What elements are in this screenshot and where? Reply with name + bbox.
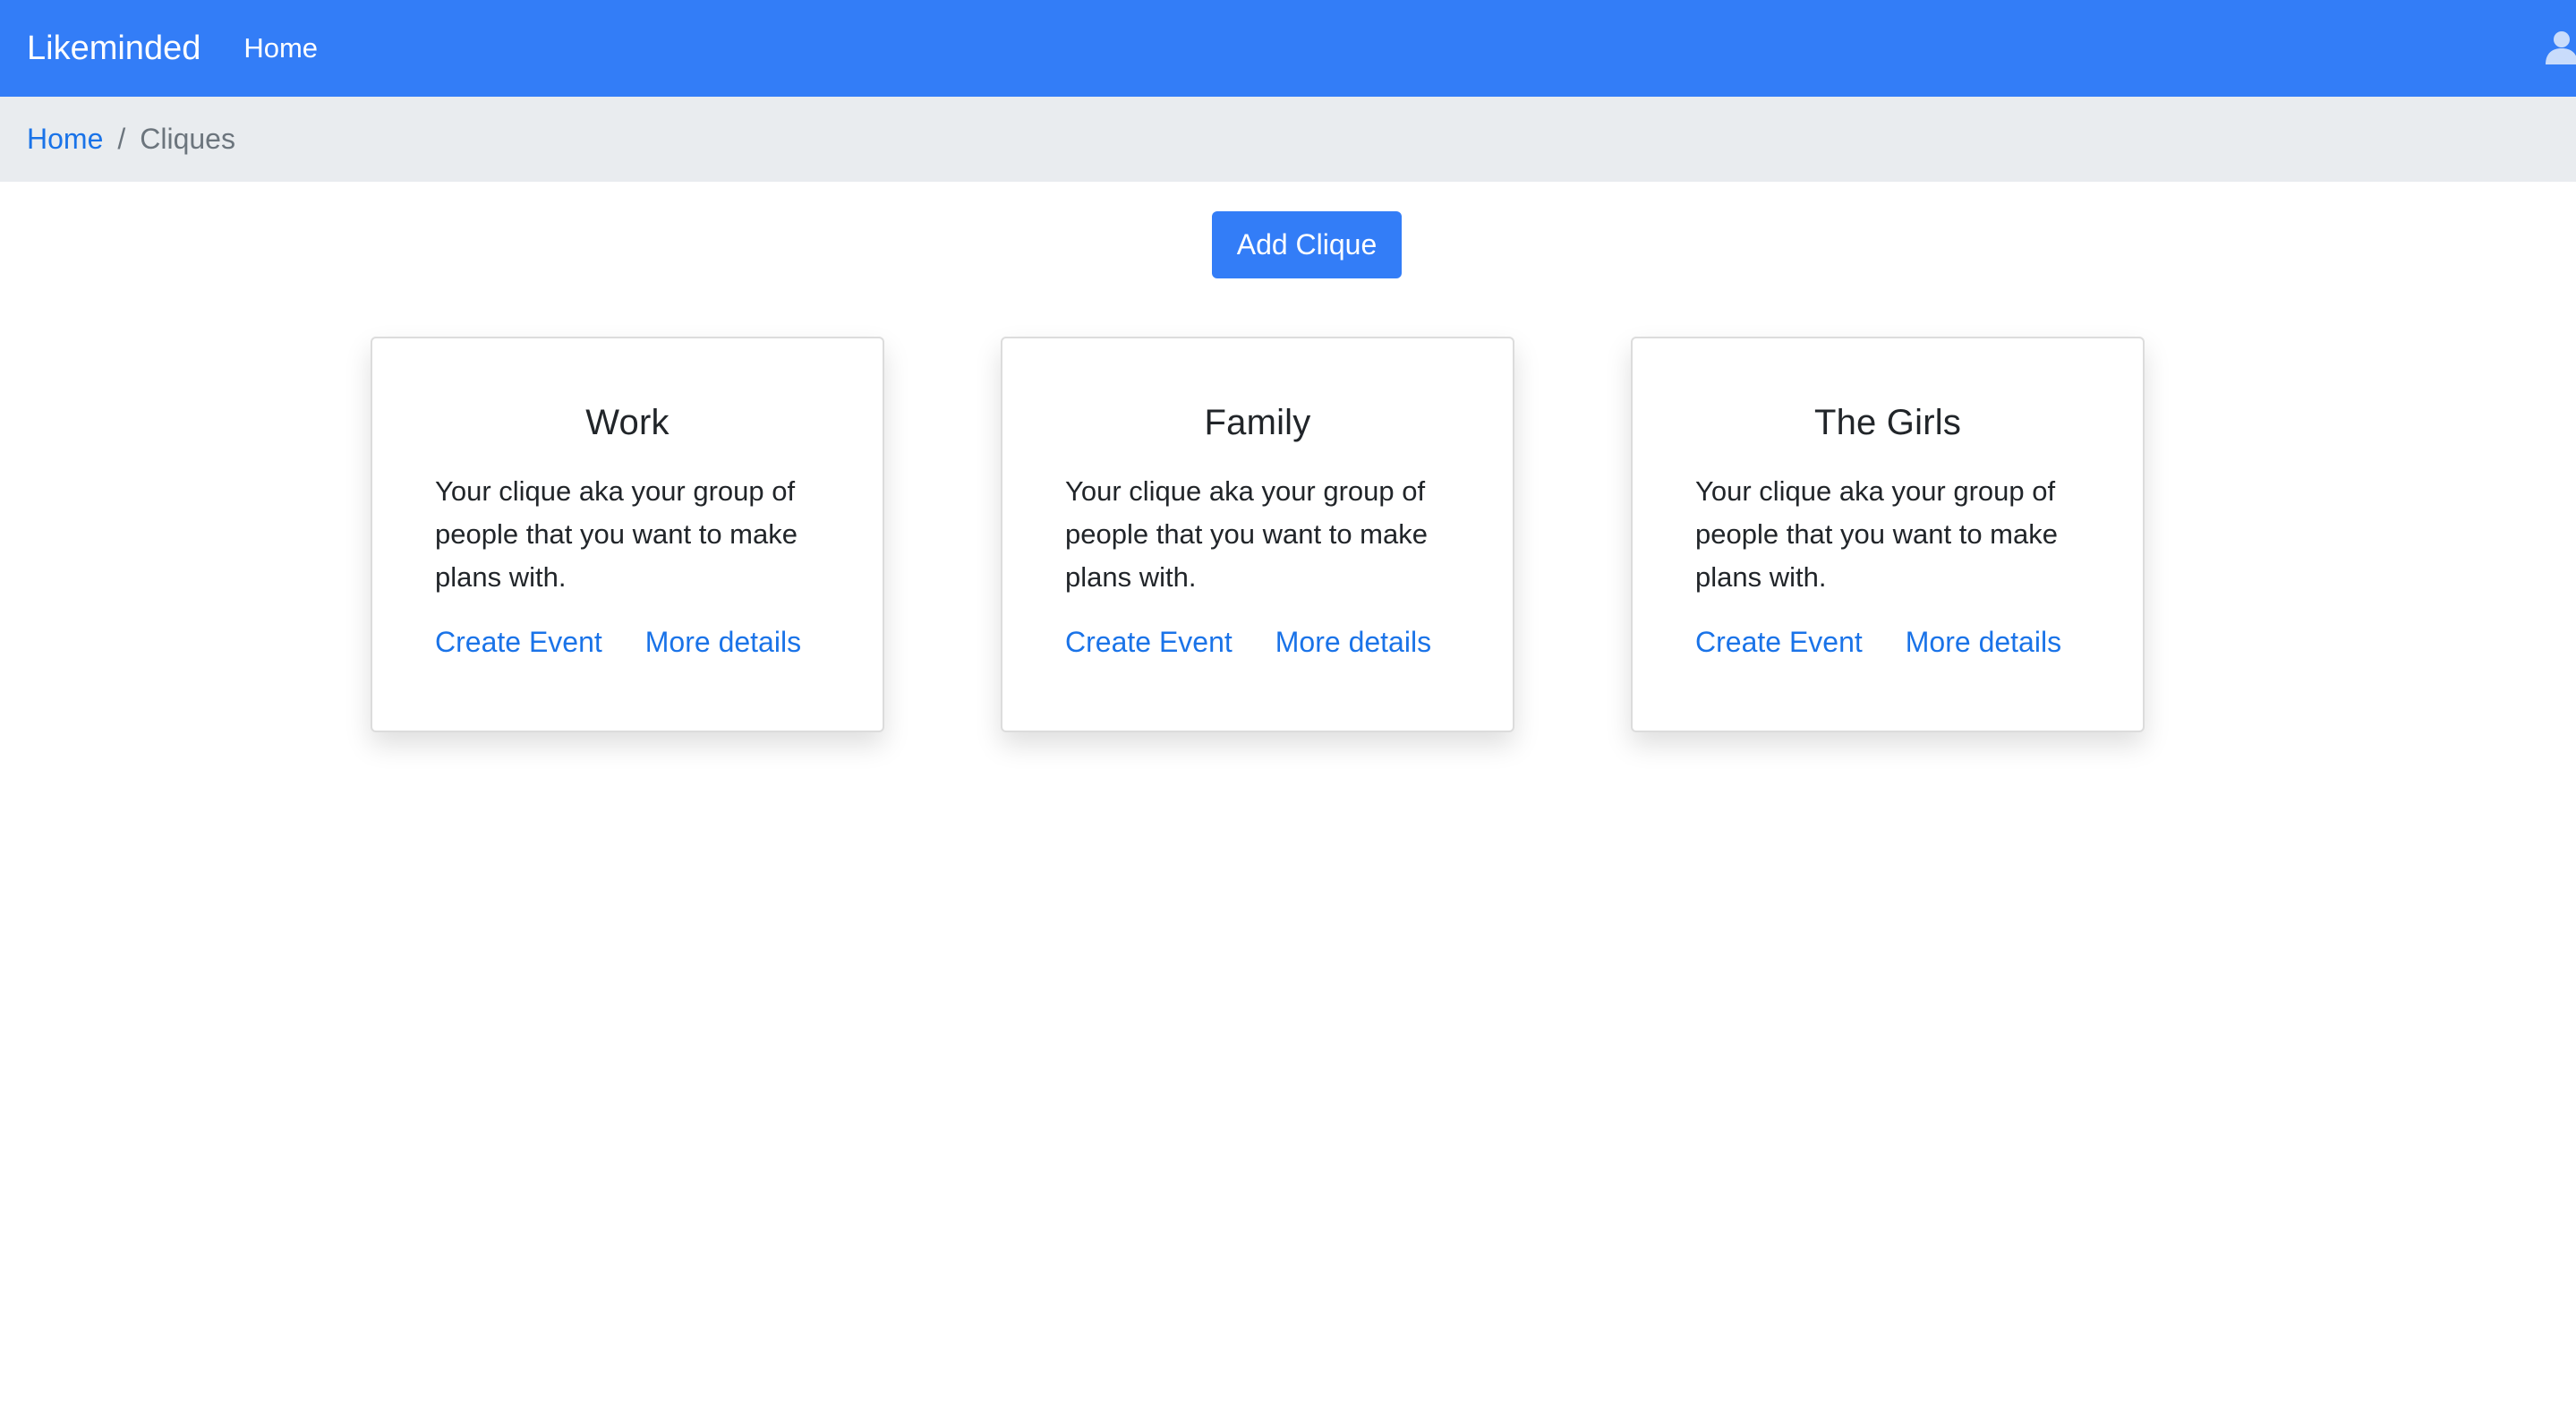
breadcrumb-current: Cliques — [140, 123, 235, 155]
card-links: Create Event More details — [1065, 626, 1450, 659]
user-icon[interactable] — [2544, 29, 2576, 64]
create-event-link[interactable]: Create Event — [1695, 626, 1863, 659]
breadcrumb-home-link[interactable]: Home — [27, 123, 103, 156]
add-clique-button[interactable]: Add Clique — [1212, 211, 1402, 278]
nav-link-home[interactable]: Home — [243, 32, 318, 64]
card-title: The Girls — [1813, 403, 1962, 442]
clique-card-the-girls: The Girls Your clique aka your group of … — [1631, 337, 2145, 732]
breadcrumb: Home / Cliques — [0, 97, 2576, 182]
card-description: Your clique aka your group of people tha… — [1695, 475, 2058, 593]
card-description: Your clique aka your group of people tha… — [1065, 475, 1428, 593]
brand-logo[interactable]: Likeminded — [27, 30, 200, 68]
create-event-link[interactable]: Create Event — [435, 626, 602, 659]
breadcrumb-separator: / — [117, 123, 126, 155]
card-links: Create Event More details — [435, 626, 820, 659]
card-description: Your clique aka your group of people tha… — [435, 475, 798, 593]
card-links: Create Event More details — [1695, 626, 2080, 659]
clique-card-family: Family Your clique aka your group of peo… — [1001, 337, 1514, 732]
create-event-link[interactable]: Create Event — [1065, 626, 1233, 659]
clique-card-work: Work Your clique aka your group of peopl… — [371, 337, 884, 732]
more-details-link[interactable]: More details — [1906, 626, 2061, 659]
card-title: Family — [1204, 403, 1311, 442]
more-details-link[interactable]: More details — [1275, 626, 1431, 659]
card-title: Work — [585, 403, 670, 442]
more-details-link[interactable]: More details — [645, 626, 801, 659]
top-navbar: Likeminded Home — [0, 0, 2576, 97]
